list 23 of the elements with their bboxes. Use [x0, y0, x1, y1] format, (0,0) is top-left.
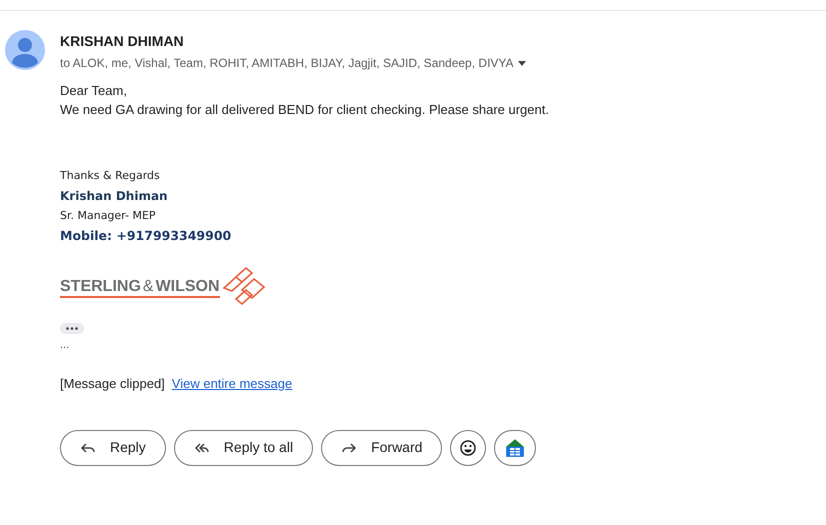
view-entire-message-link[interactable]: View entire message [172, 374, 292, 394]
signature-name: Krishan Dhiman [60, 188, 169, 205]
mobile-number: Mobile: +917993349900 [60, 227, 232, 245]
clipped-notice: [Message clipped] [60, 375, 165, 393]
more-content-button[interactable] [60, 323, 84, 334]
dropdown-icon[interactable] [518, 60, 526, 66]
emoji-icon [460, 440, 476, 456]
closing-text: Thanks & Regards [60, 168, 161, 184]
sender-name: KRISHAN DHIMAN [60, 32, 185, 50]
emoji-button[interactable] [450, 430, 486, 466]
job-title: Sr. Manager- MEP [60, 208, 157, 224]
forward-button[interactable]: Forward [321, 430, 442, 466]
company-logo: STERLING&WILSON [60, 278, 220, 298]
sheets-icon [505, 438, 526, 458]
recipients-text: to ALOK, me, Vishal, Team, ROHIT, AMITABH, BIJAY, Jagjit, SAJID, Sandeep, DIVYA [60, 55, 514, 72]
reply-button[interactable]: Reply [60, 430, 166, 466]
sheets-button[interactable] [494, 430, 536, 466]
reply-all-button[interactable]: Reply to all [174, 430, 314, 466]
message-text: We need GA drawing for all delivered BEND for client checking. Please share urgent. [60, 101, 549, 119]
avatar-icon [5, 30, 45, 70]
ellipsis-text: ... [60, 338, 70, 352]
more-icon [66, 327, 78, 330]
greeting-text: Dear Team, [60, 82, 128, 100]
